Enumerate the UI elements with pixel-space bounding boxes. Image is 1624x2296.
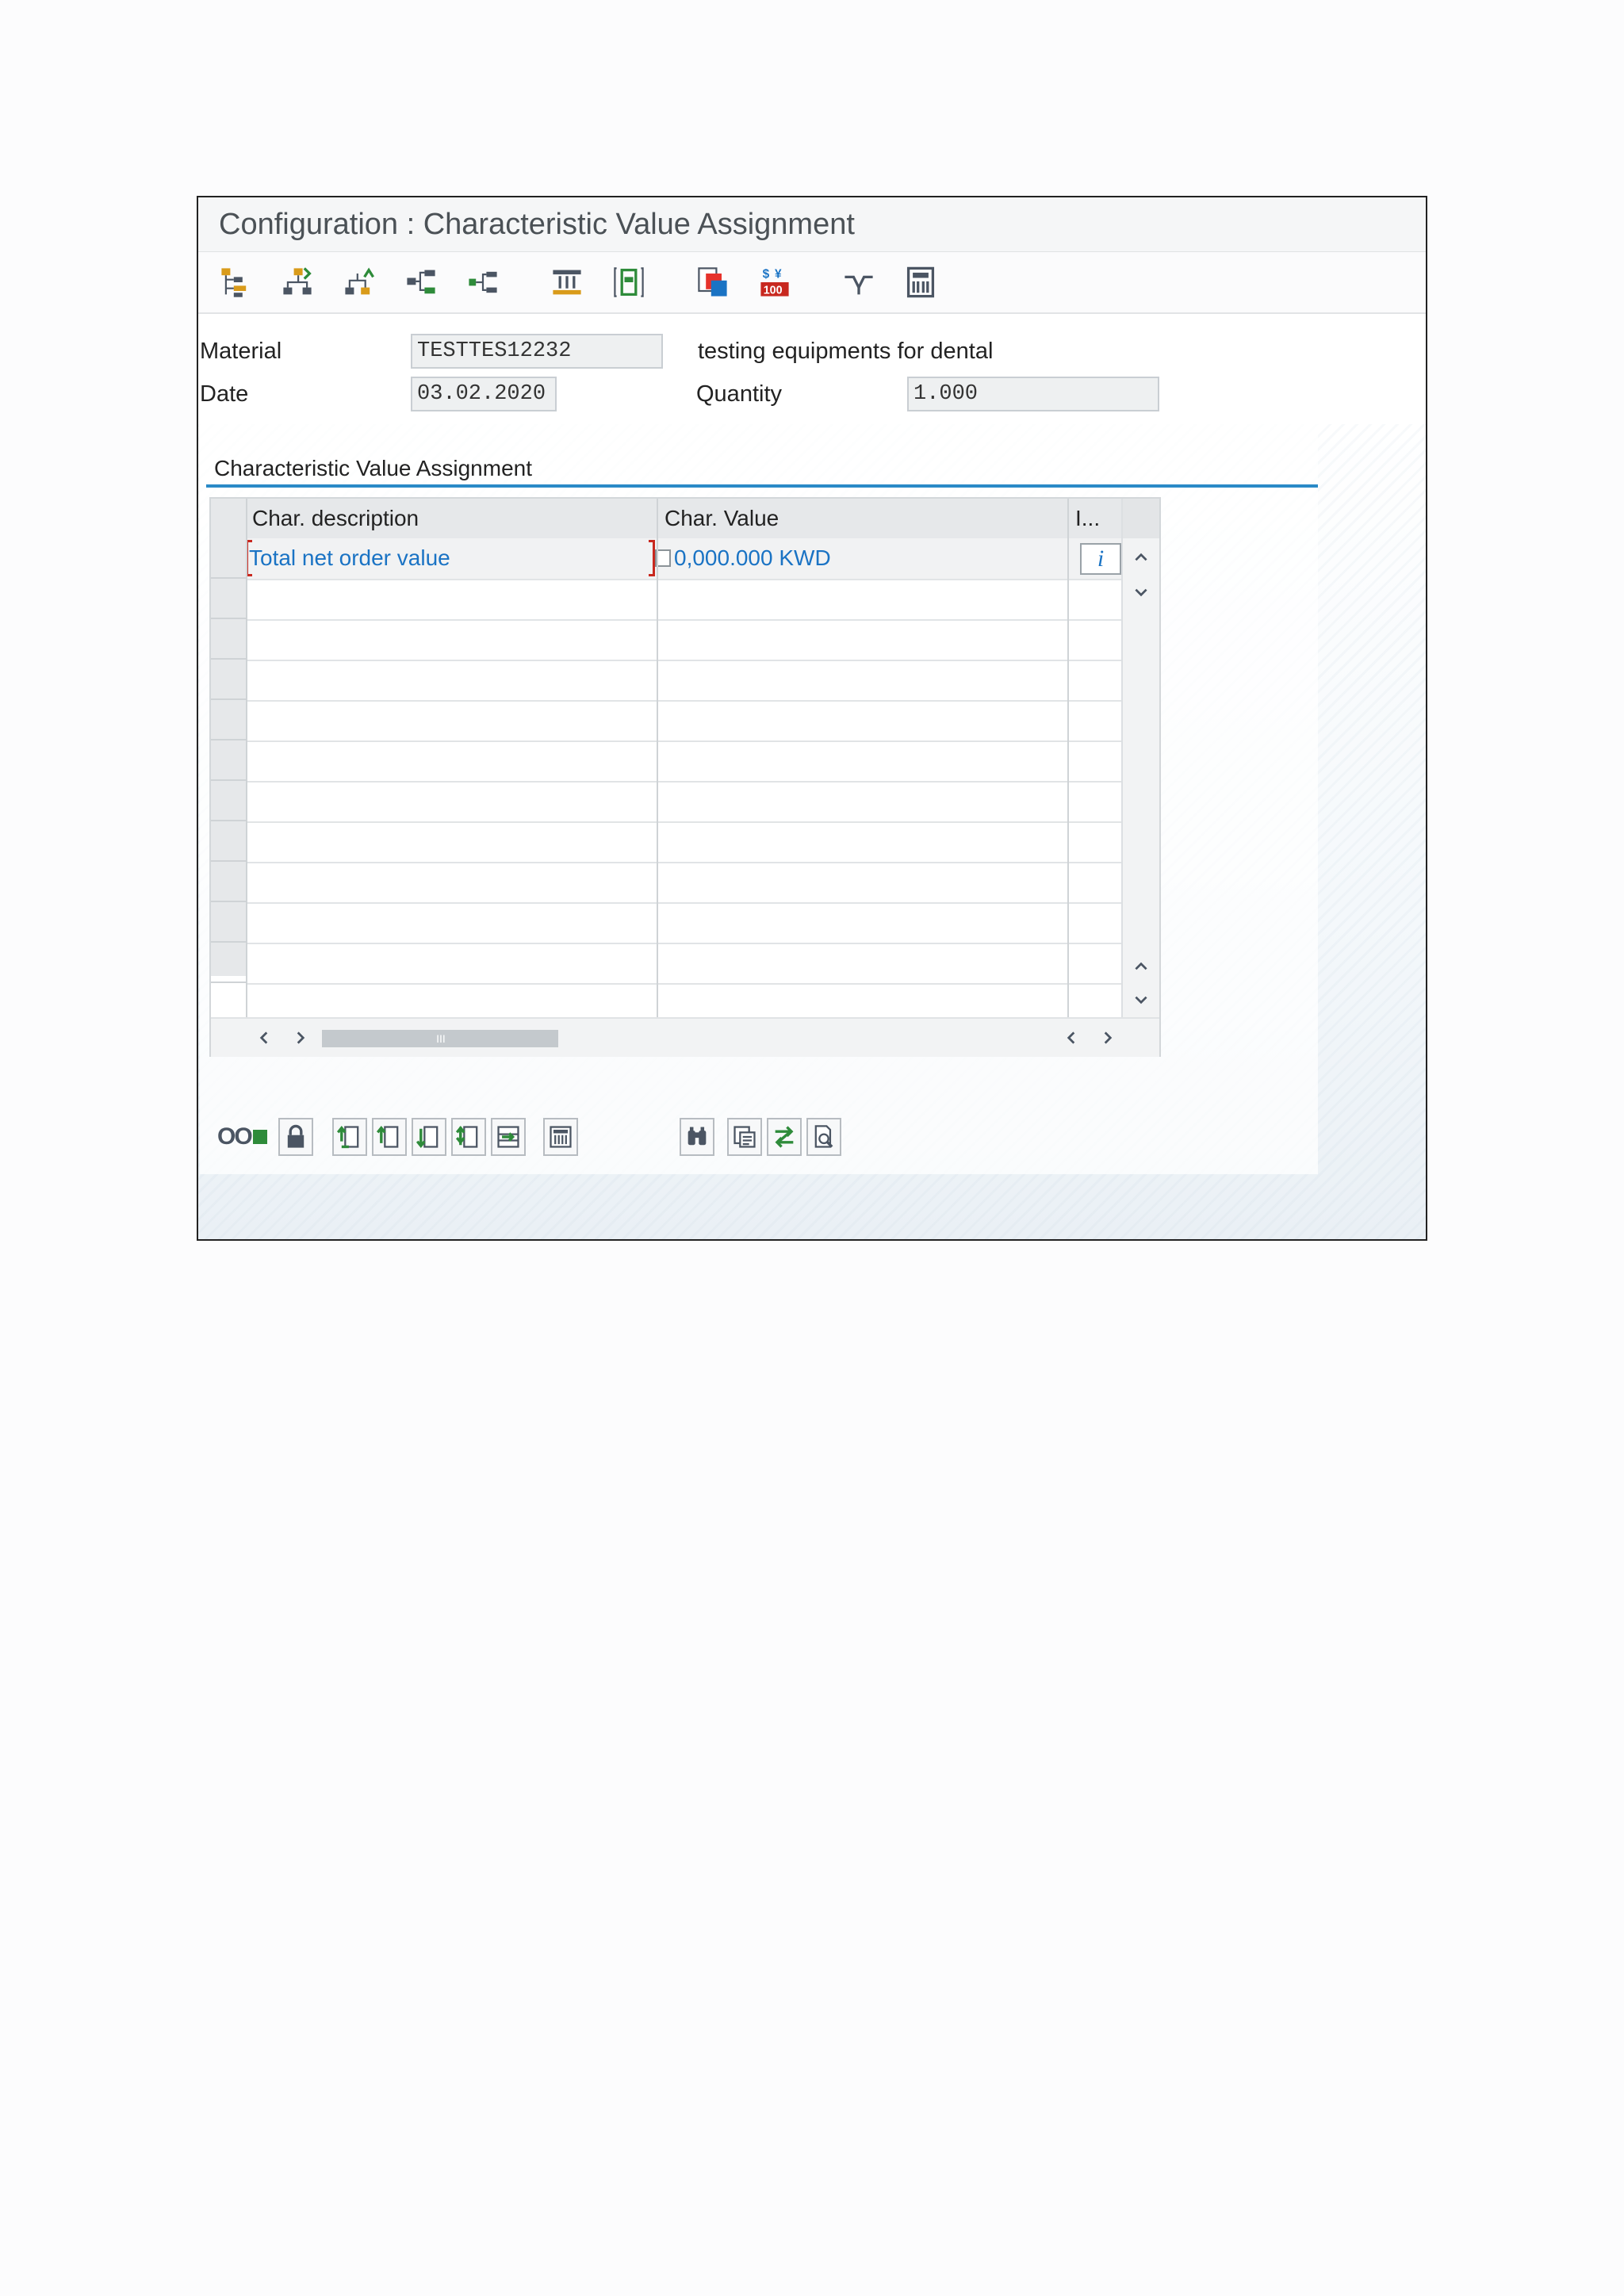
scroll-up-icon[interactable] <box>1123 541 1159 573</box>
date-label: Date <box>200 381 249 407</box>
sap-window: Configuration : Characteristic Value Ass… <box>197 196 1427 1241</box>
vertical-scrollbar[interactable] <box>1121 499 1159 1019</box>
column-divider <box>1067 499 1069 1019</box>
copy-object-icon[interactable] <box>693 262 733 302</box>
date-field[interactable]: 03.02.2020 <box>411 377 557 411</box>
column-header-description[interactable]: Char. description <box>246 499 658 538</box>
column-header-value[interactable]: Char. Value <box>658 499 1069 538</box>
expand-up-icon[interactable] <box>339 262 379 302</box>
table-row[interactable] <box>246 700 1123 742</box>
horizontal-scroll-thumb[interactable]: III <box>322 1030 558 1047</box>
last-page-icon[interactable] <box>450 1118 486 1156</box>
table-row[interactable] <box>246 660 1123 702</box>
table-header: Char. description Char. Value I... <box>211 499 1123 540</box>
svg-text:$: $ <box>763 268 770 281</box>
first-page-icon[interactable] <box>331 1118 367 1156</box>
scroll-left-icon[interactable] <box>246 1022 282 1054</box>
quantity-label: Quantity <box>696 381 782 407</box>
page-down-icon[interactable] <box>1123 984 1159 1016</box>
hierarchy-icon[interactable] <box>401 262 441 302</box>
scroll-left-icon[interactable] <box>1053 1022 1090 1054</box>
table-row[interactable] <box>246 821 1123 863</box>
price-icon[interactable]: $ ¥100 <box>755 262 795 302</box>
scroll-right-icon[interactable] <box>282 1022 319 1054</box>
structure-icon[interactable] <box>216 262 255 302</box>
table-row[interactable] <box>246 902 1123 944</box>
application-toolbar: $ ¥100 <box>198 252 1426 314</box>
form-icon[interactable] <box>609 262 649 302</box>
columns-icon[interactable] <box>547 262 587 302</box>
table-row[interactable]: Total net order value 0,000.000 KWD i <box>246 538 1123 580</box>
cell-char-value[interactable]: 0,000.000 KWD <box>674 538 831 578</box>
svg-text:¥: ¥ <box>775 268 782 281</box>
info-icon[interactable]: i <box>1080 543 1121 575</box>
status-glyph: OO <box>217 1123 253 1150</box>
horizontal-scrollbar[interactable]: III <box>211 1017 1159 1057</box>
table-settings-icon[interactable] <box>542 1118 578 1156</box>
quantity-field[interactable]: 1.000 <box>907 377 1159 411</box>
table-row[interactable] <box>246 579 1123 621</box>
next-page-icon[interactable] <box>411 1118 446 1156</box>
header-fields: Material TESTTES12232 testing equipments… <box>198 313 1426 424</box>
lock-icon[interactable] <box>278 1118 313 1156</box>
cell-char-description[interactable]: Total net order value <box>249 538 450 578</box>
column-divider <box>246 499 247 1019</box>
swap-icon[interactable] <box>766 1118 802 1156</box>
calculator-icon[interactable] <box>901 262 940 302</box>
window-title-text: Configuration : Characteristic Value Ass… <box>219 207 855 241</box>
table-row[interactable] <box>246 740 1123 783</box>
green-status-icon <box>252 1130 267 1144</box>
window-title: Configuration : Characteristic Value Ass… <box>198 197 1426 252</box>
page-up-icon[interactable] <box>1123 951 1159 982</box>
characteristics-table: Char. description Char. Value I... Total… <box>209 497 1161 1057</box>
scroll-down-icon[interactable] <box>1123 576 1159 608</box>
scroll-grip: III <box>436 1032 446 1045</box>
svg-text:100: 100 <box>764 284 783 297</box>
material-description: testing equipments for dental <box>698 339 994 364</box>
find-icon[interactable] <box>679 1118 714 1156</box>
group-title-underline <box>206 484 1318 488</box>
details-icon[interactable] <box>726 1118 762 1156</box>
column-divider <box>657 499 658 1019</box>
group-title: Characteristic Value Assignment <box>214 456 532 480</box>
table-row[interactable] <box>246 619 1123 661</box>
column-header-info[interactable]: I... <box>1069 499 1123 538</box>
scroll-right-icon[interactable] <box>1090 1022 1126 1054</box>
document-search-icon[interactable] <box>806 1118 841 1156</box>
table-toolbar: OO <box>217 1115 846 1158</box>
row-selector-column[interactable] <box>211 538 246 983</box>
previous-page-icon[interactable] <box>371 1118 407 1156</box>
table-row[interactable] <box>246 943 1123 985</box>
status-indicator: OO <box>217 1123 267 1150</box>
material-field[interactable]: TESTTES12232 <box>411 334 663 369</box>
focus-marker-right <box>649 540 655 576</box>
result-icon[interactable] <box>839 262 879 302</box>
main-panel: Characteristic Value Assignment Char. de… <box>198 424 1426 1239</box>
table-row[interactable] <box>246 862 1123 904</box>
characteristic-group: Characteristic Value Assignment Char. de… <box>200 424 1318 1174</box>
table-row[interactable] <box>246 781 1123 823</box>
material-label: Material <box>200 339 282 364</box>
expand-down-icon[interactable] <box>278 262 317 302</box>
subtree-icon[interactable] <box>463 262 503 302</box>
insert-row-icon[interactable] <box>490 1118 526 1156</box>
